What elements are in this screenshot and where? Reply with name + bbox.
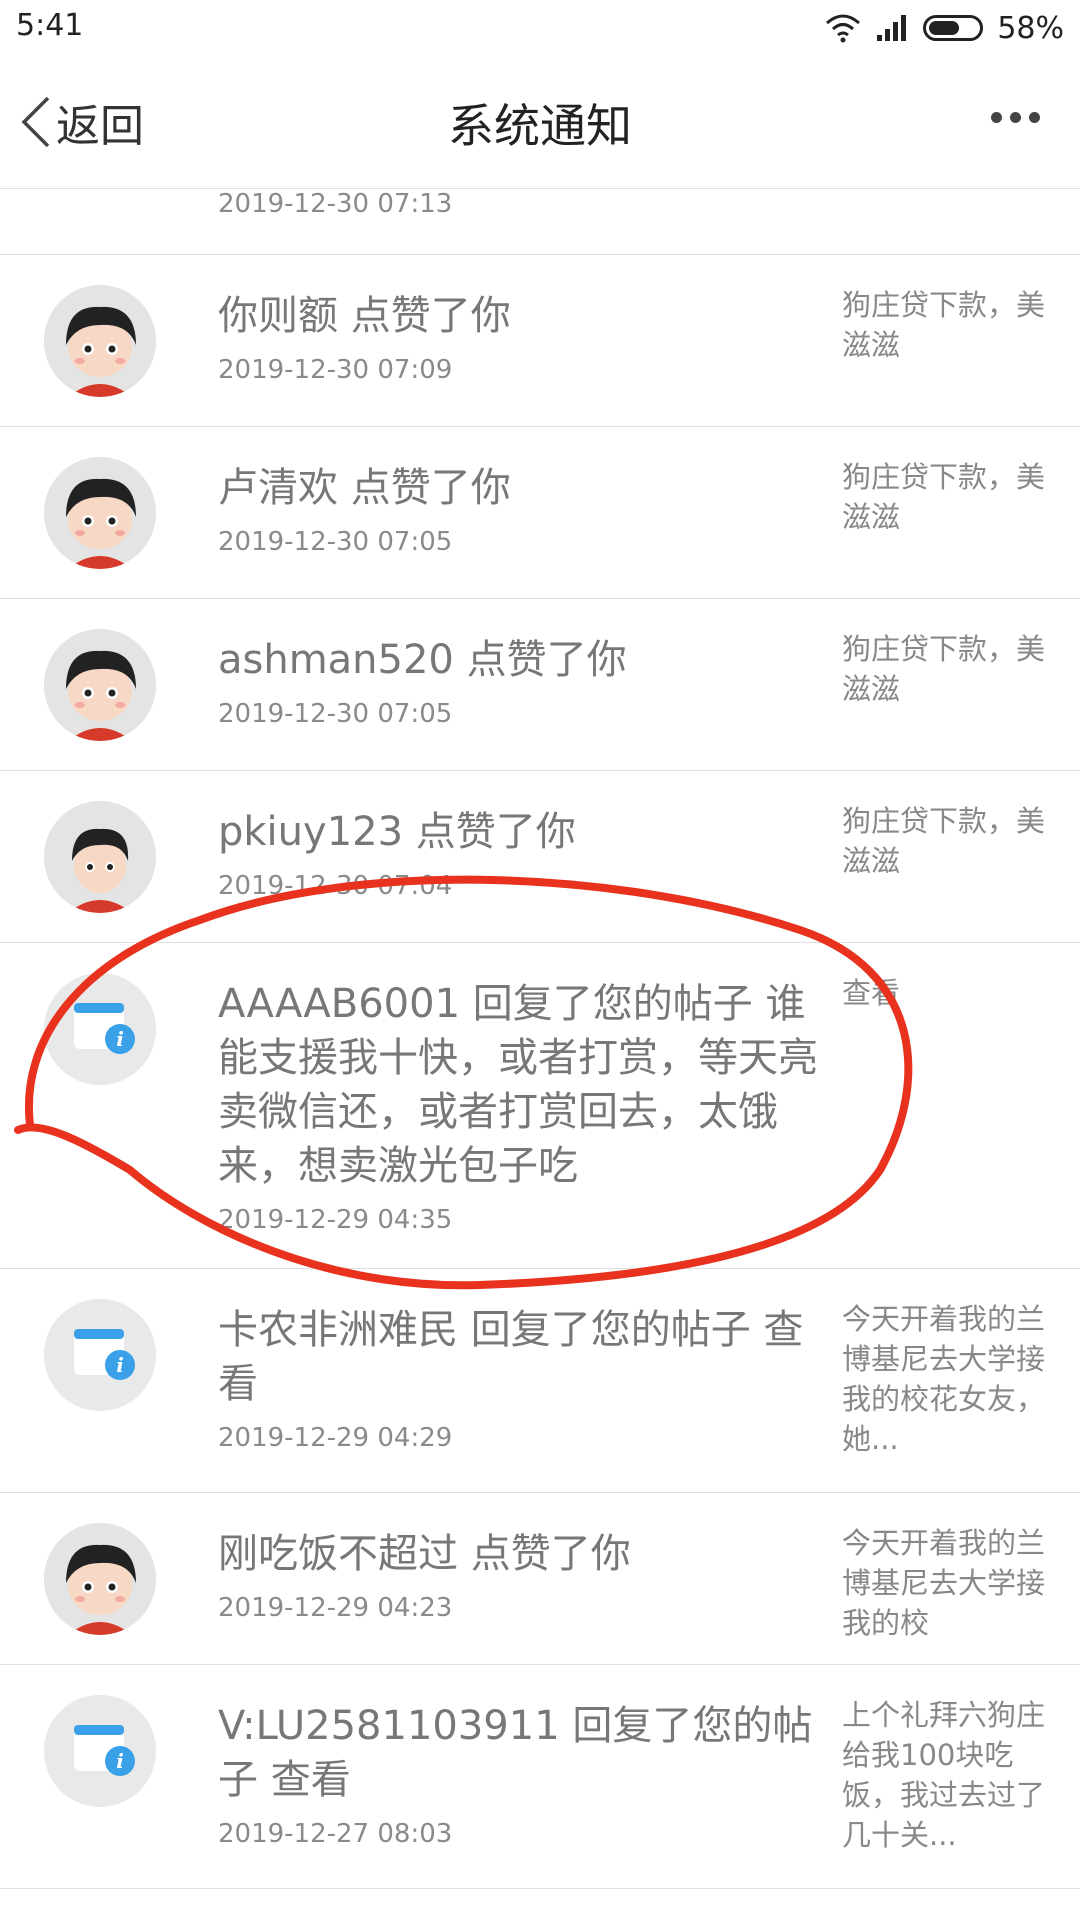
avatar[interactable] [44,457,156,569]
notification-text: ashman520 点赞了你 [218,637,627,683]
battery-percent: 58% [997,10,1064,46]
notification-time: 2019-12-29 04:29 [218,1423,453,1453]
system-info-icon: i [44,1695,156,1807]
avatar[interactable] [44,1523,156,1635]
signal-icon [877,15,907,41]
status-time: 5:41 [16,8,84,43]
battery-icon [923,15,984,41]
notification-time: 2019-12-29 04:23 [218,1593,453,1623]
notification-row[interactable]: pkiuy123 点赞了你 2019-12-30 07:04 狗庄贷下款，美滋滋 [0,771,1080,943]
title-bar: 返回 系统通知 [0,60,1080,189]
notification-row[interactable]: 2019-12-30 07:13 [0,189,1080,255]
cartoon-avatar-icon [44,629,156,741]
notification-text: 卢清欢 点赞了你 [218,465,511,511]
system-avatar[interactable]: i [44,973,156,1085]
avatar[interactable] [44,629,156,741]
system-avatar[interactable]: i [44,1299,156,1411]
status-icons: 58% [825,8,1064,48]
notification-time: 2019-12-30 07:05 [218,527,453,557]
notification-row[interactable]: i AAAAB6001 回复了您的帖子 谁能支援我十快，或者打赏，等天亮卖微信还… [0,943,1080,1269]
notification-row[interactable]: 刚吃饭不超过 点赞了你 2019-12-29 04:23 今天开着我的兰博基尼去… [0,1493,1080,1665]
notification-preview: 今天开着我的兰博基尼去大学接我的校 [842,1526,1046,1640]
more-dot [991,112,1002,123]
page-title: 系统通知 [448,99,632,153]
avatar[interactable] [44,285,156,397]
system-info-icon: i [44,973,156,1085]
notification-text: V:LU2581103911 回复了您的帖子 查看 [218,1703,813,1803]
notification-time: 2019-12-30 07:09 [218,355,453,385]
notification-text: AAAAB6001 回复了您的帖子 谁能支援我十快，或者打赏，等天亮卖微信还，或… [218,981,818,1189]
notification-text: pkiuy123 点赞了你 [218,809,576,855]
view-link[interactable]: 查看 [842,973,1052,1013]
avatar[interactable] [44,801,156,913]
notification-time: 2019-12-27 08:03 [218,1819,453,1849]
cartoon-avatar-icon [44,1523,156,1635]
svg-text:i: i [116,1027,124,1051]
notification-preview: 今天开着我的兰博基尼去大学接我的校花女友，她... [842,1302,1046,1456]
svg-text:i: i [116,1353,124,1377]
notification-text: 你则额 点赞了你 [218,293,511,339]
notification-preview: 狗庄贷下款，美滋滋 [842,288,1046,362]
notification-preview: 狗庄贷下款，美滋滋 [842,632,1046,706]
notification-row[interactable]: 卢清欢 点赞了你 2019-12-30 07:05 狗庄贷下款，美滋滋 [0,427,1080,599]
notification-row[interactable]: ashman520 点赞了你 2019-12-30 07:05 狗庄贷下款，美滋… [0,599,1080,771]
notification-text: 卡农非洲难民 回复了您的帖子 查看 [218,1307,804,1407]
more-dot [1010,112,1021,123]
svg-text:i: i [116,1749,124,1773]
notification-row[interactable]: 你则额 点赞了你 2019-12-30 07:09 狗庄贷下款，美滋滋 [0,255,1080,427]
more-dot [1029,112,1040,123]
system-info-icon: i [44,1299,156,1411]
wifi-icon [826,14,861,43]
notification-time: 2019-12-30 07:13 [218,189,453,219]
cartoon-avatar-icon [44,457,156,569]
notification-time: 2019-12-30 07:04 [218,871,453,901]
system-avatar[interactable]: i [44,1695,156,1807]
notification-preview: 狗庄贷下款，美滋滋 [842,804,1046,878]
notification-preview: 上个礼拜六狗庄给我100块吃饭，我过去过了几十关... [842,1698,1046,1852]
notification-row[interactable]: i V:LU2581103911 回复了您的帖子 查看 2019-12-27 0… [0,1665,1080,1889]
notification-time: 2019-12-29 04:35 [218,1205,453,1235]
notification-preview: 狗庄贷下款，美滋滋 [842,460,1046,534]
cartoon-avatar-icon [44,285,156,397]
status-bar: 5:41 58% [0,0,1080,60]
notification-row[interactable]: i 卡农非洲难民 回复了您的帖子 查看 2019-12-29 04:29 今天开… [0,1269,1080,1493]
more-button[interactable] [991,112,1040,123]
notification-time: 2019-12-30 07:05 [218,699,453,729]
notification-list: 2019-12-30 07:13 你则额 点赞了你 2019-12-30 07:… [0,189,1080,1889]
notification-text: 刚吃饭不超过 点赞了你 [218,1531,631,1577]
cartoon-avatar-icon [44,801,156,913]
